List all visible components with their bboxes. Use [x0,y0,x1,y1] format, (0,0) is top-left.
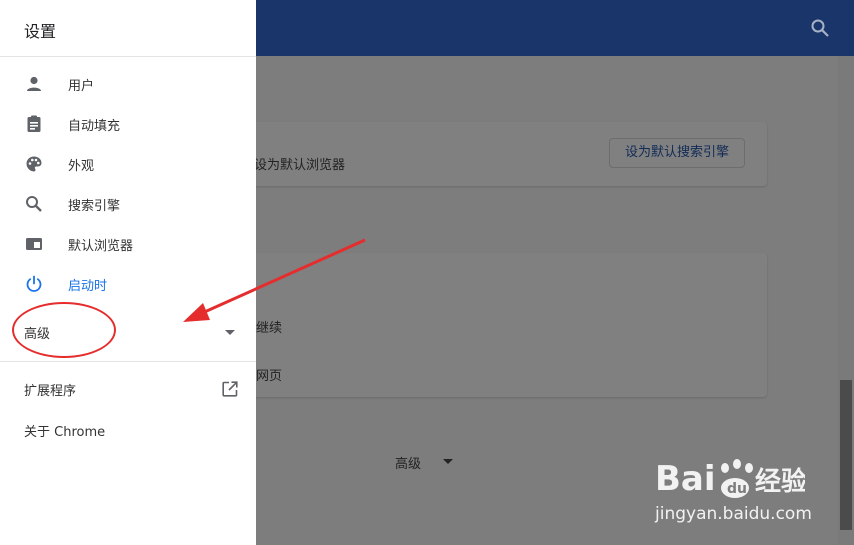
svg-text:du: du [727,481,747,497]
svg-text:经验: 经验 [755,466,805,497]
watermark-url: jingyan.baidu.com [655,504,812,524]
baidu-jingyan-watermark: Bai du 经验 jingyan.baidu.com [655,452,812,524]
svg-text:Bai: Bai [655,459,716,499]
baidu-paw-logo-icon: Bai du 经验 [655,459,807,499]
